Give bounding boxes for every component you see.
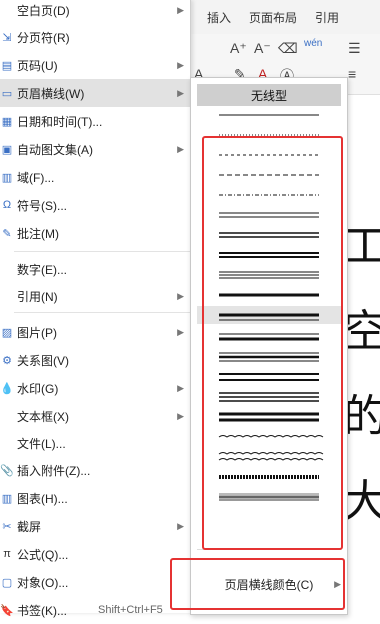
menu-item-label: 书签(K)...	[17, 603, 67, 618]
menu-item-label: 文本框(X)	[17, 409, 69, 424]
menu-item-date-time[interactable]: ▦ 日期和时间(T)...	[0, 107, 190, 135]
menu-item-label: 分页符(R)	[17, 30, 70, 45]
menu-item-label: 水印(G)	[17, 381, 59, 396]
bookmark-icon: 🔖	[0, 604, 14, 617]
comment-icon: ✎	[2, 227, 12, 240]
menu-item-page-number[interactable]: ▤ 页码(U) ▶	[0, 51, 190, 79]
menu-item-autotext[interactable]: ▣ 自动图文集(A) ▶	[0, 135, 190, 163]
menu-item-label: 页码(U)	[17, 58, 58, 73]
page-number-icon: ▤	[1, 59, 13, 72]
menu-item-label: 自动图文集(A)	[17, 142, 93, 157]
submenu-arrow-icon: ▶	[177, 410, 184, 421]
pinyin-icon[interactable]: wén	[304, 38, 322, 49]
align-icon[interactable]: ≡	[348, 66, 356, 82]
menu-item-screenshot[interactable]: ✂ 截屏 ▶	[0, 512, 190, 540]
page-break-icon: ⇲	[2, 31, 12, 44]
bullets-icon[interactable]: ☰	[348, 40, 361, 57]
menu-item-label: 文件(L)...	[17, 436, 66, 451]
attachment-icon: 📎	[0, 464, 14, 477]
menu-item-label: 符号(S)...	[17, 198, 67, 213]
menu-item-field[interactable]: ▥ 域(F)...	[0, 163, 190, 191]
menu-item-page-break[interactable]: ⇲ 分页符(R)	[0, 23, 190, 51]
menu-item-symbol[interactable]: Ω 符号(S)...	[0, 191, 190, 219]
menu-item-blank-page[interactable]: 空白页(D) ▶	[0, 0, 190, 24]
annotation-box-line-styles	[202, 136, 343, 550]
submenu-arrow-icon: ▶	[177, 143, 184, 154]
clear-format-icon[interactable]: ⌫	[278, 40, 298, 57]
menu-item-object[interactable]: ▢ 对象(O)...	[0, 568, 190, 596]
document-char: 空	[343, 306, 380, 357]
menu-item-watermark[interactable]: 💧 水印(G) ▶	[0, 374, 190, 402]
submenu-arrow-icon: ▶	[177, 59, 184, 70]
document-char: 的	[343, 391, 380, 442]
menu-separator	[14, 251, 190, 252]
menu-item-number[interactable]: 数字(E)...	[0, 255, 190, 283]
menu-item-attachment[interactable]: 📎 插入附件(Z)...	[0, 456, 190, 484]
menu-item-textbox[interactable]: 文本框(X) ▶	[0, 402, 190, 430]
object-icon: ▢	[1, 576, 13, 589]
watermark-icon: 💧	[0, 382, 14, 395]
menu-item-label: 关系图(V)	[17, 353, 69, 368]
submenu-arrow-icon: ▶	[177, 382, 184, 393]
menu-item-shortcut: Shift+Ctrl+F5	[98, 604, 163, 616]
submenu-arrow-icon: ▶	[177, 87, 184, 98]
insert-dropdown-menu: 空白页(D) ▶ ⇲ 分页符(R) ▤ 页码(U) ▶ ▭ 页眉横线(W) ▶ …	[0, 0, 191, 618]
menu-item-formula[interactable]: π 公式(Q)...	[0, 540, 190, 568]
autotext-icon: ▣	[1, 143, 13, 156]
header-line-icon: ▭	[1, 87, 13, 100]
menu-item-label: 数字(E)...	[17, 262, 67, 277]
document-char: 工	[343, 221, 380, 272]
menu-item-comment[interactable]: ✎ 批注(M)	[0, 219, 190, 247]
diagram-icon: ⚙	[2, 354, 12, 367]
menu-item-picture[interactable]: ▨ 图片(P) ▶	[0, 318, 190, 346]
chart-icon: ▥	[1, 492, 13, 505]
menu-item-label: 空白页(D)	[17, 3, 70, 18]
ribbon-tab-bar: 插入 页面布局 引用	[190, 0, 380, 34]
menu-item-reference[interactable]: 引用(N) ▶	[0, 282, 190, 310]
menu-item-label: 日期和时间(T)...	[17, 114, 103, 129]
menu-item-chart[interactable]: ▥ 图表(H)...	[0, 484, 190, 512]
annotation-box-line-color	[170, 558, 345, 610]
font-grow-icon[interactable]: A⁺	[230, 40, 247, 57]
menu-item-bookmark[interactable]: 🔖 书签(K)... Shift+Ctrl+F5	[0, 596, 190, 624]
calendar-icon: ▦	[1, 115, 13, 128]
menu-item-label: 公式(Q)...	[17, 547, 69, 562]
picture-icon: ▨	[1, 326, 13, 339]
document-char: 大	[343, 476, 380, 527]
menu-item-label: 域(F)...	[17, 170, 55, 185]
menu-item-header-line[interactable]: ▭ 页眉横线(W) ▶	[0, 79, 190, 107]
screenshot-icon: ✂	[2, 520, 12, 533]
submenu-arrow-icon: ▶	[177, 4, 184, 15]
menu-item-label: 截屏	[17, 519, 42, 534]
menu-item-diagram[interactable]: ⚙ 关系图(V)	[0, 346, 190, 374]
tab-page-layout[interactable]: 页面布局	[249, 9, 297, 26]
menu-item-label: 图表(H)...	[17, 491, 68, 506]
symbol-icon: Ω	[2, 199, 12, 211]
menu-separator	[14, 312, 190, 313]
tab-references[interactable]: 引用	[315, 9, 339, 26]
menu-item-label: 对象(O)...	[17, 575, 69, 590]
submenu-arrow-icon: ▶	[177, 520, 184, 531]
formula-icon: π	[3, 548, 11, 560]
menu-item-label: 图片(P)	[17, 325, 57, 340]
submenu-arrow-icon: ▶	[177, 326, 184, 337]
field-icon: ▥	[1, 171, 13, 184]
menu-item-label: 引用(N)	[17, 289, 58, 304]
submenu-arrow-icon: ▶	[177, 290, 184, 301]
menu-item-label: 插入附件(Z)...	[17, 463, 91, 478]
menu-item-label: 批注(M)	[17, 226, 59, 241]
menu-item-label: 页眉横线(W)	[17, 86, 85, 101]
menu-item-file[interactable]: 文件(L)...	[0, 429, 190, 457]
tab-insert[interactable]: 插入	[207, 9, 231, 26]
font-shrink-icon[interactable]: A⁻	[254, 40, 271, 57]
